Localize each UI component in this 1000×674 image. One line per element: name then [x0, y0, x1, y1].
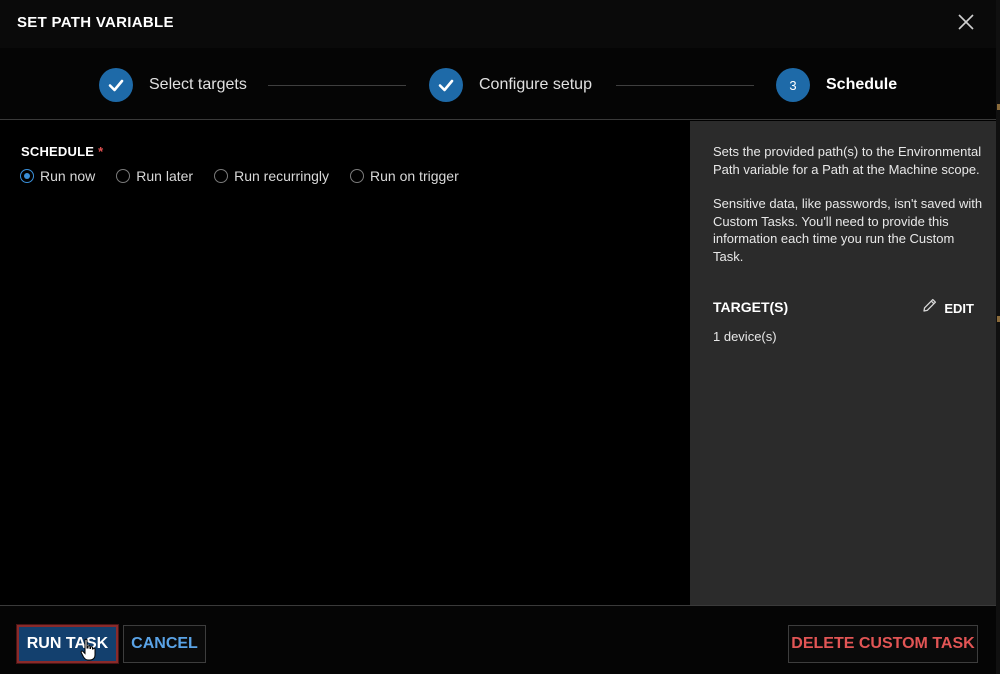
radio-checked-icon[interactable]	[20, 169, 34, 183]
radio-run-now[interactable]: Run now	[20, 168, 95, 184]
step-number-badge: 3	[776, 68, 810, 102]
dialog-footer: RUN TASK CANCEL DELETE CUSTOM TASK	[0, 605, 996, 674]
dialog-title: SET PATH VARIABLE	[17, 14, 174, 31]
checkmark-icon	[99, 68, 133, 102]
radio-label: Run later	[136, 168, 194, 184]
schedule-section: SCHEDULE * Run now Run later Run recurrin…	[0, 121, 690, 605]
step-label: Schedule	[826, 76, 898, 93]
radio-unchecked-icon[interactable]	[116, 169, 131, 183]
radio-run-on-trigger[interactable]: Run on trigger	[350, 168, 459, 184]
wizard-stepper: Select targets Configure setup 3 Schedul…	[0, 48, 996, 120]
radio-unchecked-icon[interactable]	[350, 169, 365, 183]
sensitive-data-note: Sensitive data, like passwords, isn't sa…	[713, 196, 983, 264]
run-task-button[interactable]: RUN TASK	[17, 625, 118, 663]
set-path-variable-dialog: SET PATH VARIABLE Select targets Configu…	[0, 0, 996, 674]
edit-label: EDIT	[944, 300, 974, 316]
step-label: Configure setup	[479, 76, 592, 93]
required-marker: *	[98, 144, 104, 159]
delete-custom-task-button[interactable]: DELETE CUSTOM TASK	[788, 625, 978, 663]
task-info-panel: Sets the provided path(s) to the Environ…	[690, 121, 996, 605]
step-connector	[616, 85, 754, 86]
task-description: Sets the provided path(s) to the Environ…	[713, 143, 983, 265]
radio-label: Run recurringly	[234, 168, 330, 184]
close-icon[interactable]	[956, 12, 976, 32]
step-connector	[268, 85, 406, 86]
schedule-label-text: SCHEDULE	[21, 144, 95, 159]
targets-count: 1 device(s)	[713, 329, 777, 344]
cancel-button[interactable]: CANCEL	[123, 625, 206, 663]
step-schedule[interactable]: 3 Schedule	[776, 68, 897, 102]
checkmark-icon	[429, 68, 463, 102]
schedule-radio-group: Run now Run later Run recurringly Run on…	[20, 168, 480, 184]
pencil-icon	[921, 297, 938, 319]
targets-heading: TARGET(S)	[713, 299, 789, 315]
step-label: Select targets	[149, 76, 247, 93]
radio-run-later[interactable]: Run later	[116, 168, 193, 184]
radio-label: Run on trigger	[370, 168, 459, 184]
description-text: Sets the provided path(s) to the Environ…	[713, 144, 982, 177]
edit-targets-button[interactable]: EDIT	[921, 297, 974, 319]
radio-unchecked-icon[interactable]	[214, 169, 229, 183]
dialog-header: SET PATH VARIABLE	[0, 0, 996, 48]
radio-label: Run now	[40, 168, 96, 184]
step-select-targets[interactable]: Select targets	[99, 68, 247, 102]
step-configure-setup[interactable]: Configure setup	[429, 68, 592, 102]
radio-run-recurringly[interactable]: Run recurringly	[214, 168, 329, 184]
background-window-edge	[996, 0, 1000, 674]
schedule-label: SCHEDULE *	[21, 144, 103, 159]
